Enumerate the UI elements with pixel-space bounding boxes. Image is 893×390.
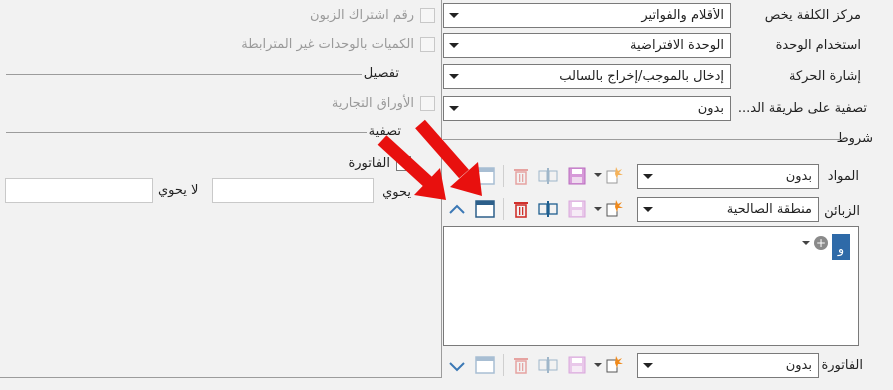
save-icon[interactable]: [566, 354, 588, 376]
chevron-down-icon[interactable]: [638, 198, 658, 221]
compare-icon[interactable]: [537, 165, 559, 187]
invoice-combo[interactable]: بدون: [637, 353, 819, 378]
cost-center-label: مركز الكلفة يخص: [764, 8, 861, 23]
customers-combo[interactable]: منطقة الصالحية: [637, 197, 819, 222]
new-condition-icon[interactable]: [603, 198, 625, 220]
customer-subscription-checkbox[interactable]: [420, 8, 435, 23]
chevron-down-icon[interactable]: [444, 34, 464, 57]
chevron-down-icon[interactable]: [594, 363, 602, 367]
details-divider: [6, 74, 386, 75]
movement-sign-label: إشارة الحركة: [789, 69, 861, 84]
save-icon[interactable]: [566, 165, 588, 187]
invoice-label: الفاتورة: [821, 358, 863, 373]
chevron-down-icon[interactable]: [638, 354, 658, 377]
toolbar-separator: [503, 354, 504, 376]
compare-icon[interactable]: [537, 354, 559, 376]
movement-sign-value: إدخال بالموجب/إخراج بالسالب: [559, 69, 724, 84]
invoice-value: بدون: [785, 358, 812, 373]
chevron-down-icon[interactable]: [638, 165, 658, 188]
customers-value: منطقة الصالحية: [726, 202, 812, 217]
chevron-down-icon[interactable]: [444, 65, 464, 88]
delete-icon[interactable]: [510, 198, 532, 220]
unit-usage-combo[interactable]: الوحدة الافتراضية: [443, 33, 731, 58]
add-condition-icon[interactable]: +: [814, 236, 828, 250]
unlinked-units-option[interactable]: الكميات بالوحدات غير المترابطة: [241, 37, 435, 52]
unlinked-units-label: الكميات بالوحدات غير المترابطة: [241, 37, 414, 52]
cost-center-combo[interactable]: الأقلام والفواتير: [443, 3, 731, 28]
chevron-down-icon[interactable]: [594, 207, 602, 211]
not-contains-label: لا يحوي: [158, 183, 199, 198]
chevron-down-icon[interactable]: [802, 241, 810, 245]
filter-divider: [6, 132, 386, 133]
conditions-editor[interactable]: و +: [443, 226, 859, 346]
movement-sign-combo[interactable]: إدخال بالموجب/إخراج بالسالب: [443, 64, 731, 89]
details-heading: تفصيل: [361, 66, 401, 81]
chevron-down-icon[interactable]: [594, 173, 602, 177]
not-contains-input[interactable]: [5, 178, 153, 203]
window-icon[interactable]: [474, 354, 496, 376]
new-condition-icon[interactable]: [603, 354, 625, 376]
materials-value: بدون: [785, 169, 812, 184]
annotation-arrows: [377, 119, 482, 200]
chevron-down-icon[interactable]: [446, 356, 468, 378]
delete-icon[interactable]: [510, 165, 532, 187]
unit-usage-label: استخدام الوحدة: [775, 38, 861, 53]
materials-combo[interactable]: بدون: [637, 164, 819, 189]
cost-center-value: الأقلام والفواتير: [641, 8, 724, 23]
customer-subscription-label: رقم اشتراك الزبون: [310, 8, 414, 23]
compare-icon[interactable]: [537, 198, 559, 220]
customers-label: الزبائن: [824, 204, 860, 219]
unlinked-units-checkbox[interactable]: [420, 37, 435, 52]
customer-subscription-option[interactable]: رقم اشتراك الزبون: [310, 8, 435, 23]
unit-usage-value: الوحدة الافتراضية: [630, 38, 724, 53]
chevron-down-icon[interactable]: [444, 4, 464, 27]
materials-label: المواد: [827, 169, 859, 184]
and-operator-chip[interactable]: و: [832, 234, 850, 260]
delete-icon[interactable]: [510, 354, 532, 376]
filter-method-label: تصفية على طريقة الد...: [737, 101, 867, 116]
new-condition-icon[interactable]: [603, 165, 625, 187]
save-icon[interactable]: [566, 198, 588, 220]
contains-input[interactable]: [212, 178, 374, 203]
